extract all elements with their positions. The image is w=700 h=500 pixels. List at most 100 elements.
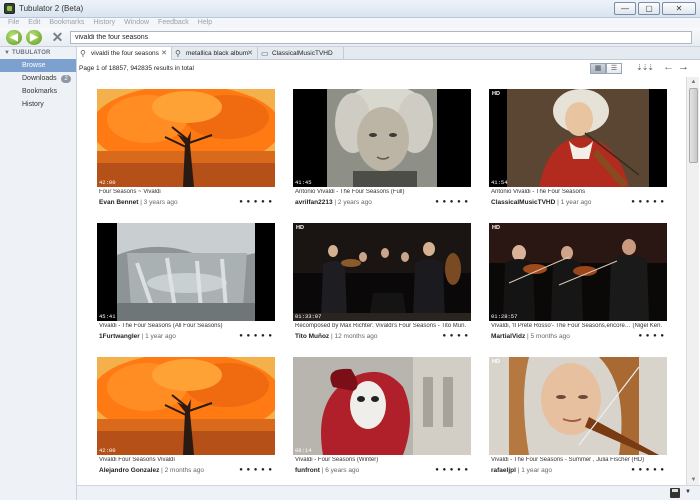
grid-view-icon[interactable]: ▦ — [590, 63, 606, 74]
video-age: | 12 months ago — [331, 333, 378, 340]
video-uploader[interactable]: ClassicalMusicTVHD — [491, 199, 555, 206]
scroll-up-icon[interactable]: ▲ — [687, 77, 700, 87]
tab-label: metallica black album — [186, 50, 249, 57]
video-title[interactable]: Vivaldi, 'Il Prete Rosso'- The Four Seas… — [491, 323, 663, 329]
video-duration: 41:54 — [491, 179, 508, 186]
video-uploader[interactable]: funfront — [295, 467, 320, 474]
sidebar-item-browse[interactable]: Browse — [0, 59, 76, 72]
video-uploader[interactable]: Alejandro Gonzalez — [99, 467, 159, 474]
violinist-closeup-thumbnail — [489, 357, 667, 455]
tab-metallica[interactable]: ⚲ metallica black album ✕ — [172, 47, 258, 60]
video-duration: 01:33:07 — [295, 313, 322, 320]
video-card[interactable]: HD 41:54 Antonio Vivaldi - The Four Seas… — [489, 89, 667, 217]
video-title[interactable]: Vivaldi - The Four Seasons (All Four Sea… — [99, 323, 271, 329]
rating-stars: ● ● ● ● ● — [239, 467, 273, 473]
video-card[interactable]: HD Vivaldi - The Four Seasons - Summer ,… — [489, 357, 667, 485]
video-uploader[interactable]: 1Furtwangler — [99, 333, 140, 340]
video-card[interactable]: HD 01:28:57 Vivaldi, 'Il Prete Rosso'- T… — [489, 223, 667, 351]
rating-stars: ● ● ● ● ● — [435, 199, 469, 205]
video-thumbnail[interactable]: 42:00 — [97, 357, 275, 455]
video-uploader[interactable]: Evan Bennet — [99, 199, 138, 206]
rating-stars: ● ● ● ● ● — [631, 467, 665, 473]
video-meta: Tito Muñoz | 12 months ago — [295, 333, 435, 340]
violinists-thumbnail — [489, 223, 667, 321]
scroll-down-icon[interactable]: ▼ — [687, 475, 700, 485]
search-input[interactable] — [70, 31, 692, 44]
menu-edit[interactable]: Edit — [28, 18, 40, 28]
list-view-icon[interactable]: ☰ — [606, 63, 622, 74]
video-title[interactable]: Vivaldi - The Four Seasons - Summer , Ju… — [491, 457, 663, 463]
sidebar-item-bookmarks[interactable]: Bookmarks — [0, 85, 76, 98]
video-title[interactable]: Antonio Vivaldi - The Four Seasons — [491, 189, 663, 195]
video-card[interactable]: 45:41 Vivaldi - The Four Seasons (All Fo… — [97, 223, 275, 351]
video-thumbnail[interactable]: 41:45 — [293, 89, 471, 187]
tab-close-icon[interactable]: ✕ — [247, 47, 253, 60]
disk-icon[interactable] — [670, 488, 680, 498]
maximize-button[interactable]: ▢ — [638, 2, 660, 15]
menu-bookmarks[interactable]: Bookmarks — [49, 18, 84, 28]
video-grid: 42:00 Four Seasons ~ Vivaldi Evan Bennet… — [77, 77, 685, 485]
next-page-icon[interactable]: → — [678, 61, 689, 73]
rating-stars: ● ● ● ● ● — [239, 199, 273, 205]
video-card[interactable]: 41:45 Antonio Vivaldi - The Four Seasons… — [293, 89, 471, 217]
video-title[interactable]: Vivaldi Four Seasons Vivaldi — [99, 457, 271, 463]
menu-window[interactable]: Window — [124, 18, 149, 28]
chevron-down-icon[interactable]: ▼ — [685, 489, 691, 495]
video-meta: Alejandro Gonzalez | 2 months ago — [99, 467, 239, 474]
menu-history[interactable]: History — [93, 18, 115, 28]
video-age: | 1 year ago — [557, 199, 592, 206]
vivaldi-painting-thumbnail — [489, 89, 667, 187]
video-title[interactable]: Four Seasons ~ Vivaldi — [99, 189, 271, 195]
video-thumbnail[interactable]: HD 01:28:57 — [489, 223, 667, 321]
video-thumbnail[interactable]: HD 41:54 — [489, 89, 667, 187]
video-card[interactable]: HD 01:33:07 Recomposed by Max Richter: V… — [293, 223, 471, 351]
previous-page-icon[interactable]: ← — [663, 61, 674, 73]
video-duration: 45:41 — [99, 313, 116, 320]
downloads-count-badge: 2 — [61, 75, 71, 83]
video-uploader[interactable]: MartialVidz — [491, 333, 525, 340]
forward-button[interactable]: ▶ — [26, 30, 42, 45]
video-uploader[interactable]: avrilfan2213 — [295, 199, 333, 206]
minimize-button[interactable]: — — [614, 2, 636, 15]
video-thumbnail[interactable]: HD — [489, 357, 667, 455]
menu-feedback[interactable]: Feedback — [158, 18, 189, 28]
scroll-thumb[interactable] — [689, 88, 698, 163]
video-uploader[interactable]: rafaeljpl — [491, 467, 516, 474]
menu-file[interactable]: File — [8, 18, 19, 28]
video-meta: 1Furtwangler | 1 year ago — [99, 333, 239, 340]
back-button[interactable]: ◀ — [6, 30, 22, 45]
results-bar: Page 1 of 18857, 942835 results in total… — [77, 60, 700, 77]
tab-classicalmusictvhd[interactable]: ▭ ClassicalMusicTVHD — [258, 47, 344, 60]
sidebar-item-downloads[interactable]: Downloads 2 — [0, 72, 76, 85]
video-uploader[interactable]: Tito Muñoz — [295, 333, 329, 340]
venetian-mask-thumbnail — [293, 357, 471, 455]
video-meta: rafaeljpl | 1 year ago — [491, 467, 631, 474]
rating-stars: ● ● ● ● ● — [631, 199, 665, 205]
video-thumbnail[interactable]: 45:41 — [97, 223, 275, 321]
video-card[interactable]: 42:00 Four Seasons ~ Vivaldi Evan Bennet… — [97, 89, 275, 217]
tab-vivaldi[interactable]: ⚲ vivaldi the four seasons ✕ — [77, 47, 172, 60]
video-thumbnail[interactable]: 42:00 — [97, 89, 275, 187]
sort-icon[interactable]: ⇣⇣⇣ — [636, 63, 654, 72]
menu-help[interactable]: Help — [198, 18, 212, 28]
video-thumbnail[interactable]: 08:14 — [293, 357, 471, 455]
video-card[interactable]: 08:14 Vivaldi - Four Seasons (Winter) fu… — [293, 357, 471, 485]
tab-close-icon[interactable]: ✕ — [161, 47, 167, 60]
video-duration: 41:45 — [295, 179, 312, 186]
status-bar: ▼ — [77, 485, 700, 500]
sidebar-item-label: Bookmarks — [22, 88, 58, 95]
video-card[interactable]: 42:00 Vivaldi Four Seasons Vivaldi Aleja… — [97, 357, 275, 485]
vertical-scrollbar[interactable]: ▲ ▼ — [686, 77, 699, 485]
sidebar-item-history[interactable]: History — [0, 98, 76, 111]
video-title[interactable]: Vivaldi - Four Seasons (Winter) — [295, 457, 467, 463]
video-title[interactable]: Recomposed by Max Richter: Vivaldi's Fou… — [295, 323, 467, 329]
search-icon: ⚲ — [80, 49, 86, 58]
video-duration: 42:00 — [99, 447, 116, 454]
hd-badge: HD — [492, 359, 500, 365]
video-title[interactable]: Antonio Vivaldi - The Four Seasons (Full… — [295, 189, 467, 195]
video-duration: 42:00 — [99, 179, 116, 186]
close-button[interactable]: ✕ — [662, 2, 696, 15]
video-thumbnail[interactable]: HD 01:33:07 — [293, 223, 471, 321]
stop-icon[interactable]: ✕ — [50, 30, 65, 45]
hd-badge: HD — [492, 91, 500, 97]
